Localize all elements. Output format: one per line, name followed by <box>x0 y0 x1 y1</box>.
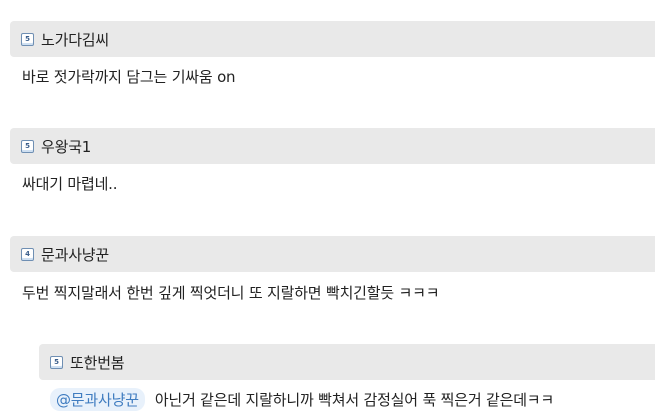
reply-text-row: @문과사냥꾼 아닌거 같은데 지랄하니까 빡쳐서 감정실어 푹 찍은거 같은데ㅋㅋ <box>50 388 554 411</box>
comment-thread: 5 노가다김씨 바로 젓가락까지 담그는 기싸움 on 5 우왕국1 싸대기 마… <box>0 0 655 419</box>
user-level-icon: 5 <box>50 355 63 369</box>
reply-nickname[interactable]: 또한번봄 <box>70 352 125 373</box>
comment-text: 싸대기 마렵네.. <box>22 175 118 193</box>
comment-text: 바로 젓가락까지 담그는 기싸움 on <box>22 68 236 86</box>
comment-text: 두번 찍지말래서 한번 깊게 찍엇더니 또 지랄하면 빡치긴할듯 ㅋㅋㅋ <box>22 284 440 302</box>
reply-text: 아닌거 같은데 지랄하니까 빡쳐서 감정실어 푹 찍은거 같은데ㅋㅋ <box>154 391 554 409</box>
comment-header: 5 노가다김씨 <box>10 21 655 57</box>
comment-nickname[interactable]: 노가다김씨 <box>41 29 109 50</box>
comment-header: 5 우왕국1 <box>10 128 655 164</box>
comment-nickname[interactable]: 문과사냥꾼 <box>41 244 109 265</box>
user-level-icon: 5 <box>21 139 34 153</box>
comment-nickname[interactable]: 우왕국1 <box>41 136 91 157</box>
reply-header: 5 또한번봄 <box>39 344 655 380</box>
mention-tag[interactable]: @문과사냥꾼 <box>50 388 145 411</box>
user-level-icon: 4 <box>21 247 34 261</box>
user-level-icon: 5 <box>21 32 34 46</box>
comment-header: 4 문과사냥꾼 <box>10 236 655 272</box>
